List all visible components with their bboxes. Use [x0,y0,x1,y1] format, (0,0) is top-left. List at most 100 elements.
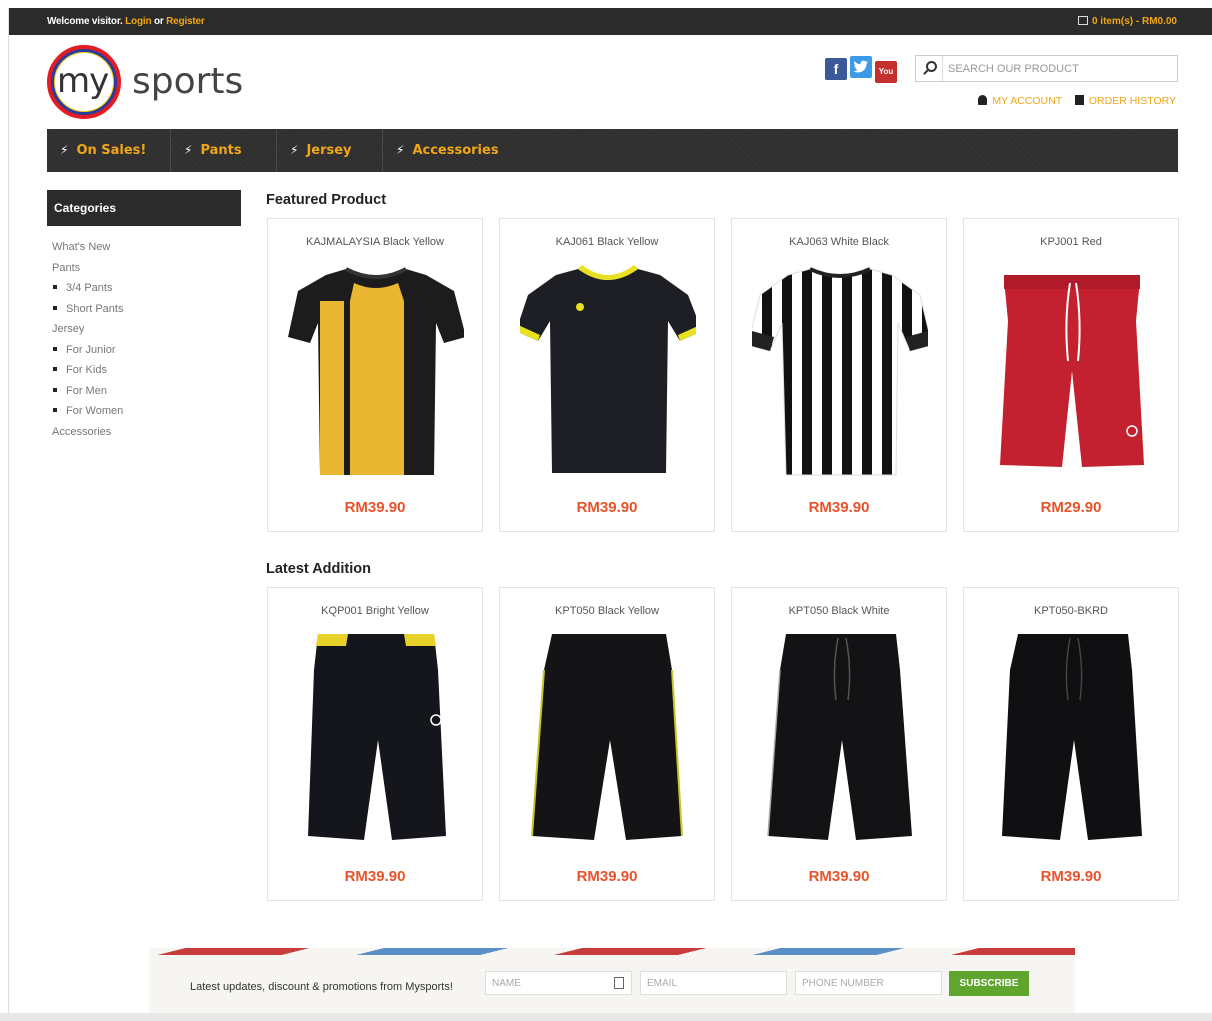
product-card[interactable]: KQP001 Bright Yellow RM39.90 [267,587,483,901]
black-pants-icon [767,634,912,840]
category-label: For Junior [66,343,116,356]
order-history-label: ORDER HISTORY [1088,95,1176,107]
search-input[interactable] [948,60,1168,77]
my-account-link[interactable]: MY ACCOUNT [978,95,1062,107]
bullet-icon [53,285,57,289]
top-bar: Welcome visitor. Login or Register 0 ite… [9,8,1212,35]
email-field[interactable] [640,971,787,995]
cart-link[interactable]: 0 item(s) - RM0.00 [1077,8,1177,35]
product-name: KAJ061 Black Yellow [555,236,659,248]
product-name: KQP001 Bright Yellow [321,605,429,617]
category-pants[interactable]: Pants [47,258,241,279]
nav-item-label: Accessories [412,143,499,158]
category-label: Short Pants [66,302,124,315]
twitter-icon[interactable] [850,56,872,78]
category-short-pants[interactable]: Short Pants [47,299,241,320]
category-label: For Men [66,384,107,397]
nav-item-jersey[interactable]: ⚡ Jersey [277,129,383,172]
category-for-women[interactable]: For Women [47,401,241,422]
category-whats-new[interactable]: What's New [47,237,241,258]
user-icon [978,95,988,105]
airmail-stripes [149,948,1075,955]
product-price: RM39.90 [576,868,638,885]
nav-item-label: On Sales! [76,143,147,158]
social-links: f You [825,56,900,83]
bullet-icon [53,408,57,412]
striped-jersey-icon [752,267,928,476]
cart-summary: 0 item(s) - RM0.00 [1091,16,1177,27]
category-for-junior[interactable]: For Junior [47,340,241,361]
search-box [915,55,1178,82]
nav-item-on-sales[interactable]: ⚡ On Sales! [47,129,171,172]
contact-card-icon [614,977,624,989]
product-price: RM39.90 [344,499,406,516]
site-logo[interactable]: my sports [47,43,277,123]
product-price: RM39.90 [808,499,870,516]
subscribe-button[interactable]: SUBSCRIBE [949,971,1029,996]
register-link[interactable]: Register [166,16,205,27]
product-name: KPJ001 Red [1040,236,1102,248]
nav-item-pants[interactable]: ⚡ Pants [171,129,277,172]
product-card[interactable]: KAJ061 Black Yellow RM39.90 [499,218,715,532]
welcome-area: Welcome visitor. Login or Register [47,8,205,35]
product-card[interactable]: KPT050-BKRD RM39.90 [963,587,1179,901]
bullet-icon [53,346,57,351]
product-name: KPT050 Black Yellow [555,605,659,617]
product-card[interactable]: KPT050 Black White RM39.90 [731,587,947,901]
product-price: RM39.90 [344,868,406,885]
logo-my-text: my [57,61,109,101]
bullet-icon [53,387,57,392]
account-links: MY ACCOUNT ORDER HISTORY [968,95,1176,107]
black-pants-icon [308,634,446,840]
product-price: RM39.90 [1040,868,1102,885]
name-field[interactable] [485,971,632,995]
nav-item-label: Pants [200,143,242,158]
product-name: KAJMALAYSIA Black Yellow [306,236,444,248]
category-accessories[interactable]: Accessories [47,422,241,443]
black-jersey-icon [520,265,696,473]
lightning-icon: ⚡ [290,143,299,157]
black-pants-icon [1002,634,1142,840]
featured-title: Featured Product [266,192,387,208]
nav-item-label: Jersey [306,143,352,158]
nav-item-accessories[interactable]: ⚡ Accessories [383,129,519,172]
product-name: KPT050-BKRD [1034,605,1108,617]
order-history-link[interactable]: ORDER HISTORY [1074,95,1176,107]
product-card[interactable]: KAJMALAYSIA Black Yellow RM39.90 [267,218,483,532]
categories-sidebar: Categories What's New Pants 3/4 Pants Sh… [47,190,241,442]
category-for-kids[interactable]: For Kids [47,360,241,381]
product-name: KPT050 Black White [788,605,890,617]
product-card[interactable]: KPJ001 Red RM29.90 [963,218,1179,532]
bottom-border [0,1013,1212,1021]
welcome-text: Welcome visitor. [47,16,123,27]
search-icon[interactable] [916,56,943,81]
product-price: RM29.90 [1040,499,1102,516]
product-name: KAJ063 White Black [789,236,889,248]
categories-list: What's New Pants 3/4 Pants Short Pants J… [47,237,241,442]
login-link[interactable]: Login [125,16,151,27]
lightning-icon: ⚡ [60,143,69,157]
category-label: For Women [66,405,124,417]
categories-heading: Categories [47,190,241,226]
main-nav: ⚡ On Sales! ⚡ Pants ⚡ Jersey ⚡ Accessories [47,129,1178,172]
facebook-icon[interactable]: f [825,58,847,80]
product-card[interactable]: KPT050 Black Yellow RM39.90 [499,587,715,901]
newsletter-text: Latest updates, discount & promotions fr… [190,981,453,993]
cart-icon [1077,16,1088,25]
phone-field[interactable] [795,971,942,995]
product-price: RM39.90 [576,499,638,516]
product-price: RM39.90 [808,868,870,885]
bullet-icon [53,305,57,310]
category-3-4-pants[interactable]: 3/4 Pants [47,278,241,299]
category-jersey[interactable]: Jersey [47,319,241,340]
lightning-icon: ⚡ [396,143,405,157]
black-pants-icon [531,634,683,840]
category-label: 3/4 Pants [66,282,113,294]
youtube-icon[interactable]: You [875,61,897,83]
red-shorts-icon [1000,275,1144,467]
my-account-label: MY ACCOUNT [992,95,1062,107]
category-for-men[interactable]: For Men [47,381,241,402]
page: Welcome visitor. Login or Register 0 ite… [8,8,1212,1021]
category-label: For Kids [66,364,107,376]
product-card[interactable]: KAJ063 White Black RM39.90 [731,218,947,532]
